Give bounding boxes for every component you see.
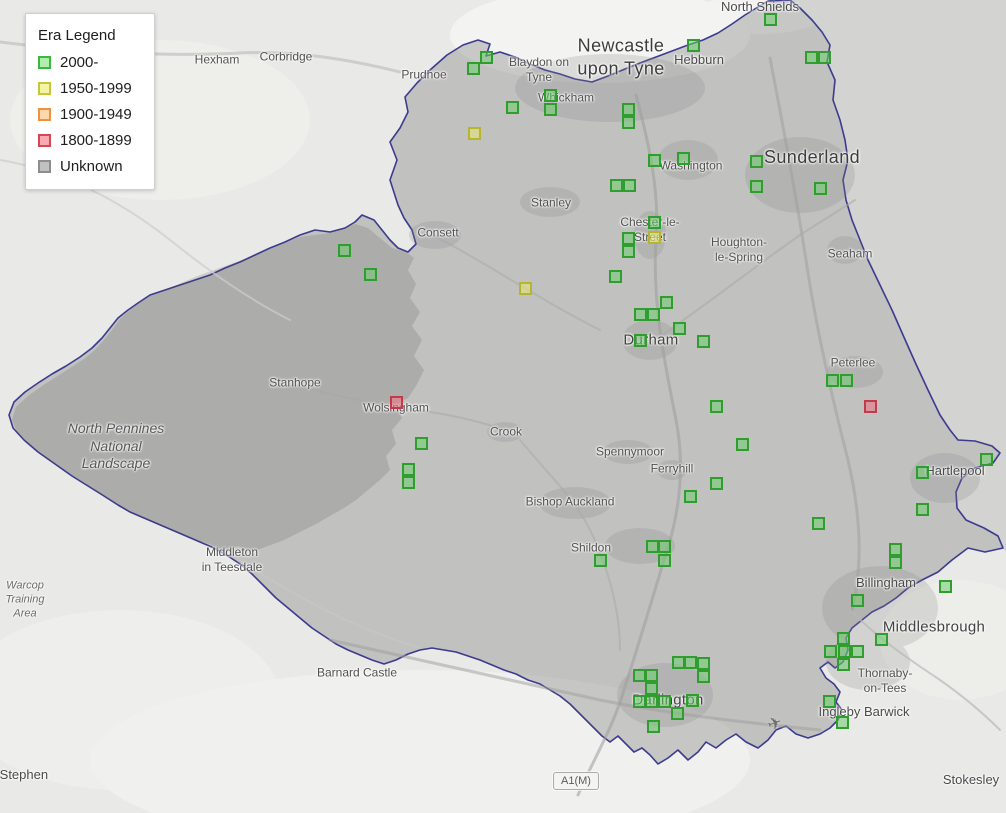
era-marker-era1950[interactable]: [518, 281, 532, 295]
era-marker-era2000[interactable]: [850, 644, 864, 658]
era-marker-era2000[interactable]: [813, 181, 827, 195]
era-marker-era2000[interactable]: [543, 88, 557, 102]
era-marker-era2000[interactable]: [683, 655, 697, 669]
era-marker-era2000[interactable]: [466, 61, 480, 75]
era-marker-era2000[interactable]: [621, 244, 635, 258]
map-canvas[interactable]: North Shields Newcastle upon Tyne Hebburn B…: [0, 0, 1006, 813]
era-marker-era2000[interactable]: [749, 179, 763, 193]
era-marker-era2000[interactable]: [915, 465, 929, 479]
era-marker-era2000[interactable]: [414, 436, 428, 450]
era-marker-era2000[interactable]: [825, 373, 839, 387]
era-legend: Era Legend 2000- 1950-1999 1900-1949 1800-1…: [25, 13, 155, 190]
era-marker-era2000[interactable]: [621, 102, 635, 116]
legend-title: Era Legend: [38, 27, 116, 44]
era-marker-era2000[interactable]: [657, 694, 671, 708]
era-marker-era2000[interactable]: [839, 373, 853, 387]
era-marker-era2000[interactable]: [696, 656, 710, 670]
legend-label-era1950: 1950-1999: [60, 80, 132, 97]
era-marker-era2000[interactable]: [633, 307, 647, 321]
legend-label-era2000: 2000-: [60, 54, 99, 71]
era-marker-era2000[interactable]: [646, 719, 660, 733]
era-marker-era2000[interactable]: [696, 669, 710, 683]
era-marker-era2000[interactable]: [683, 489, 697, 503]
legend-swatch-era1900: [38, 108, 51, 121]
era-marker-era2000[interactable]: [646, 307, 660, 321]
era-marker-era2000[interactable]: [850, 593, 864, 607]
era-marker-era2000[interactable]: [709, 399, 723, 413]
era-marker-era2000[interactable]: [644, 681, 658, 695]
legend-row-unknown: Unknown: [38, 158, 138, 175]
era-marker-era2000[interactable]: [670, 706, 684, 720]
era-marker-era2000[interactable]: [979, 452, 993, 466]
era-marker-era2000[interactable]: [621, 115, 635, 129]
era-marker-era2000[interactable]: [835, 715, 849, 729]
era-marker-era2000[interactable]: [657, 539, 671, 553]
legend-swatch-era1800: [38, 134, 51, 147]
era-marker-era2000[interactable]: [479, 50, 493, 64]
era-marker-era2000[interactable]: [837, 644, 851, 658]
era-marker-era2000[interactable]: [337, 243, 351, 257]
era-marker-era2000[interactable]: [836, 657, 850, 671]
era-marker-era2000[interactable]: [608, 269, 622, 283]
era-marker-era2000[interactable]: [749, 154, 763, 168]
legend-items: 2000- 1950-1999 1900-1949 1800-1899 Unknown: [38, 54, 138, 175]
era-marker-era2000[interactable]: [874, 632, 888, 646]
era-marker-era2000[interactable]: [685, 693, 699, 707]
legend-swatch-unknown: [38, 160, 51, 173]
era-marker-era2000[interactable]: [686, 38, 700, 52]
era-marker-era2000[interactable]: [633, 333, 647, 347]
legend-label-unknown: Unknown: [60, 158, 123, 175]
legend-label-era1900: 1900-1949: [60, 106, 132, 123]
era-marker-era2000[interactable]: [811, 516, 825, 530]
legend-swatch-era1950: [38, 82, 51, 95]
era-marker-era2000[interactable]: [621, 231, 635, 245]
era-marker-era2000[interactable]: [657, 553, 671, 567]
era-marker-era2000[interactable]: [672, 321, 686, 335]
legend-label-era1800: 1800-1899: [60, 132, 132, 149]
era-marker-era2000[interactable]: [609, 178, 623, 192]
era-marker-era2000[interactable]: [593, 553, 607, 567]
era-marker-era2000[interactable]: [676, 151, 690, 165]
era-marker-era1950[interactable]: [647, 230, 661, 244]
era-marker-era2000[interactable]: [696, 334, 710, 348]
era-marker-era2000[interactable]: [888, 542, 902, 556]
legend-row-era1900: 1900-1949: [38, 106, 138, 123]
era-marker-era2000[interactable]: [938, 579, 952, 593]
era-marker-era2000[interactable]: [804, 50, 818, 64]
era-marker-era2000[interactable]: [622, 178, 636, 192]
era-marker-era2000[interactable]: [823, 644, 837, 658]
era-marker-era2000[interactable]: [836, 631, 850, 645]
era-marker-era2000[interactable]: [822, 694, 836, 708]
era-marker-era1950[interactable]: [467, 126, 481, 140]
era-marker-era2000[interactable]: [401, 475, 415, 489]
era-marker-era2000[interactable]: [647, 153, 661, 167]
era-marker-era1800[interactable]: [863, 399, 877, 413]
era-marker-era2000[interactable]: [543, 102, 557, 116]
era-marker-era2000[interactable]: [888, 555, 902, 569]
era-marker-era2000[interactable]: [735, 437, 749, 451]
era-marker-era2000[interactable]: [644, 668, 658, 682]
era-marker-era2000[interactable]: [709, 476, 723, 490]
legend-row-era1950: 1950-1999: [38, 80, 138, 97]
era-marker-era2000[interactable]: [647, 215, 661, 229]
era-marker-era2000[interactable]: [644, 694, 658, 708]
era-marker-era2000[interactable]: [659, 295, 673, 309]
era-marker-era2000[interactable]: [401, 462, 415, 476]
era-marker-era2000[interactable]: [363, 267, 377, 281]
era-marker-era2000[interactable]: [505, 100, 519, 114]
legend-row-era1800: 1800-1899: [38, 132, 138, 149]
era-marker-era2000[interactable]: [915, 502, 929, 516]
era-marker-era2000[interactable]: [817, 50, 831, 64]
era-marker-era2000[interactable]: [763, 12, 777, 26]
era-marker-era1800[interactable]: [389, 395, 403, 409]
legend-swatch-era2000: [38, 56, 51, 69]
legend-row-era2000: 2000-: [38, 54, 138, 71]
